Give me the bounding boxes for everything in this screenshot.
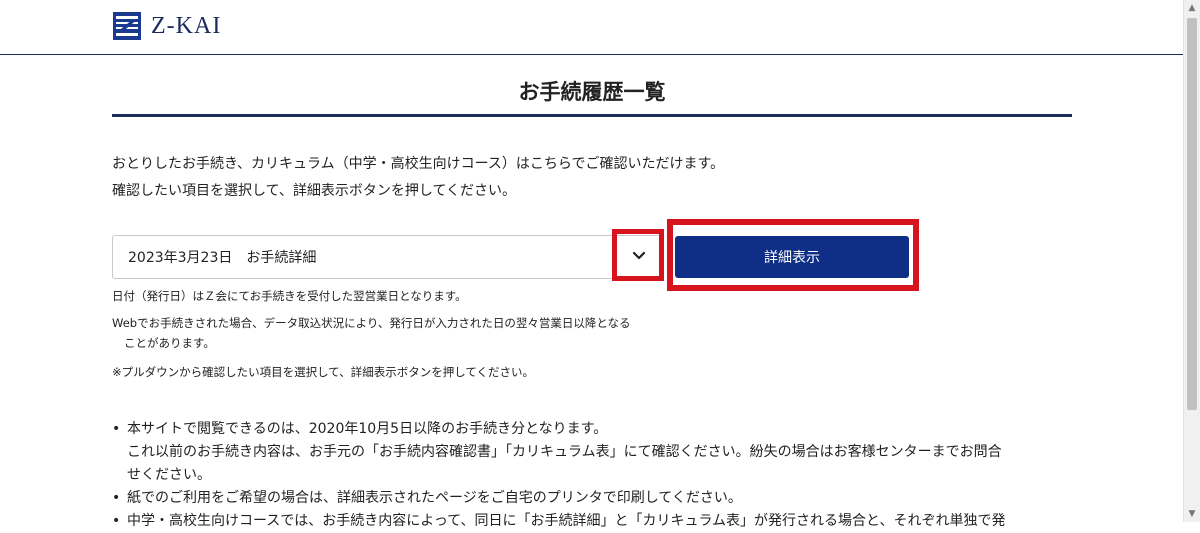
list-item: 紙でのご利用をご希望の場合は、詳細表示されたページをご自宅のプリンタで印刷してく… xyxy=(112,487,1072,510)
intro-text-line1: おとりしたお手続き、カリキュラム（中学・高校生向けコース）はこちらでご確認いただ… xyxy=(112,156,725,172)
chevron-down-icon xyxy=(632,251,646,260)
page-title: お手続履歴一覧 xyxy=(518,80,666,104)
logo-text: Z-KAI xyxy=(151,12,222,39)
select-value: 2023年3月23日 お手続詳細 xyxy=(128,250,317,266)
info-bullet-list: 本サイトで閲覧できるのは、2020年10月5日以降のお手続き分となります。 これ… xyxy=(112,418,1072,533)
zkai-logo-icon xyxy=(113,12,141,40)
history-select[interactable]: 2023年3月23日 お手続詳細 xyxy=(112,235,664,279)
note-issue-date: 日付（発行日）はＺ会にてお手続きを受付した翌営業日となります。 xyxy=(112,289,467,303)
vertical-scrollbar[interactable]: ▲ ▼ xyxy=(1183,0,1200,522)
scroll-thumb[interactable] xyxy=(1187,18,1197,410)
intro-text-line2: 確認したい項目を選択して、詳細表示ボタンを押してください。 xyxy=(112,183,517,199)
title-divider xyxy=(112,114,1072,117)
note-pulldown: ※プルダウンから確認したい項目を選択して、詳細表示ボタンを押してください。 xyxy=(112,365,535,379)
detail-view-button[interactable]: 詳細表示 xyxy=(675,236,909,278)
note-web-line2: ことがあります。 xyxy=(124,336,215,350)
site-header: Z-KAI xyxy=(0,0,1184,55)
note-web-line1: Webでお手続きされた場合、データ取込状況により、発行日が入力された日の翌々営業… xyxy=(112,316,631,330)
select-dropdown-button[interactable] xyxy=(620,236,658,276)
scroll-up-arrow-icon[interactable]: ▲ xyxy=(1184,0,1200,16)
list-item: 本サイトで閲覧できるのは、2020年10月5日以降のお手続き分となります。 これ… xyxy=(112,418,1072,487)
scroll-down-arrow-icon[interactable]: ▼ xyxy=(1184,506,1200,522)
zkai-logo[interactable]: Z-KAI xyxy=(113,10,221,42)
